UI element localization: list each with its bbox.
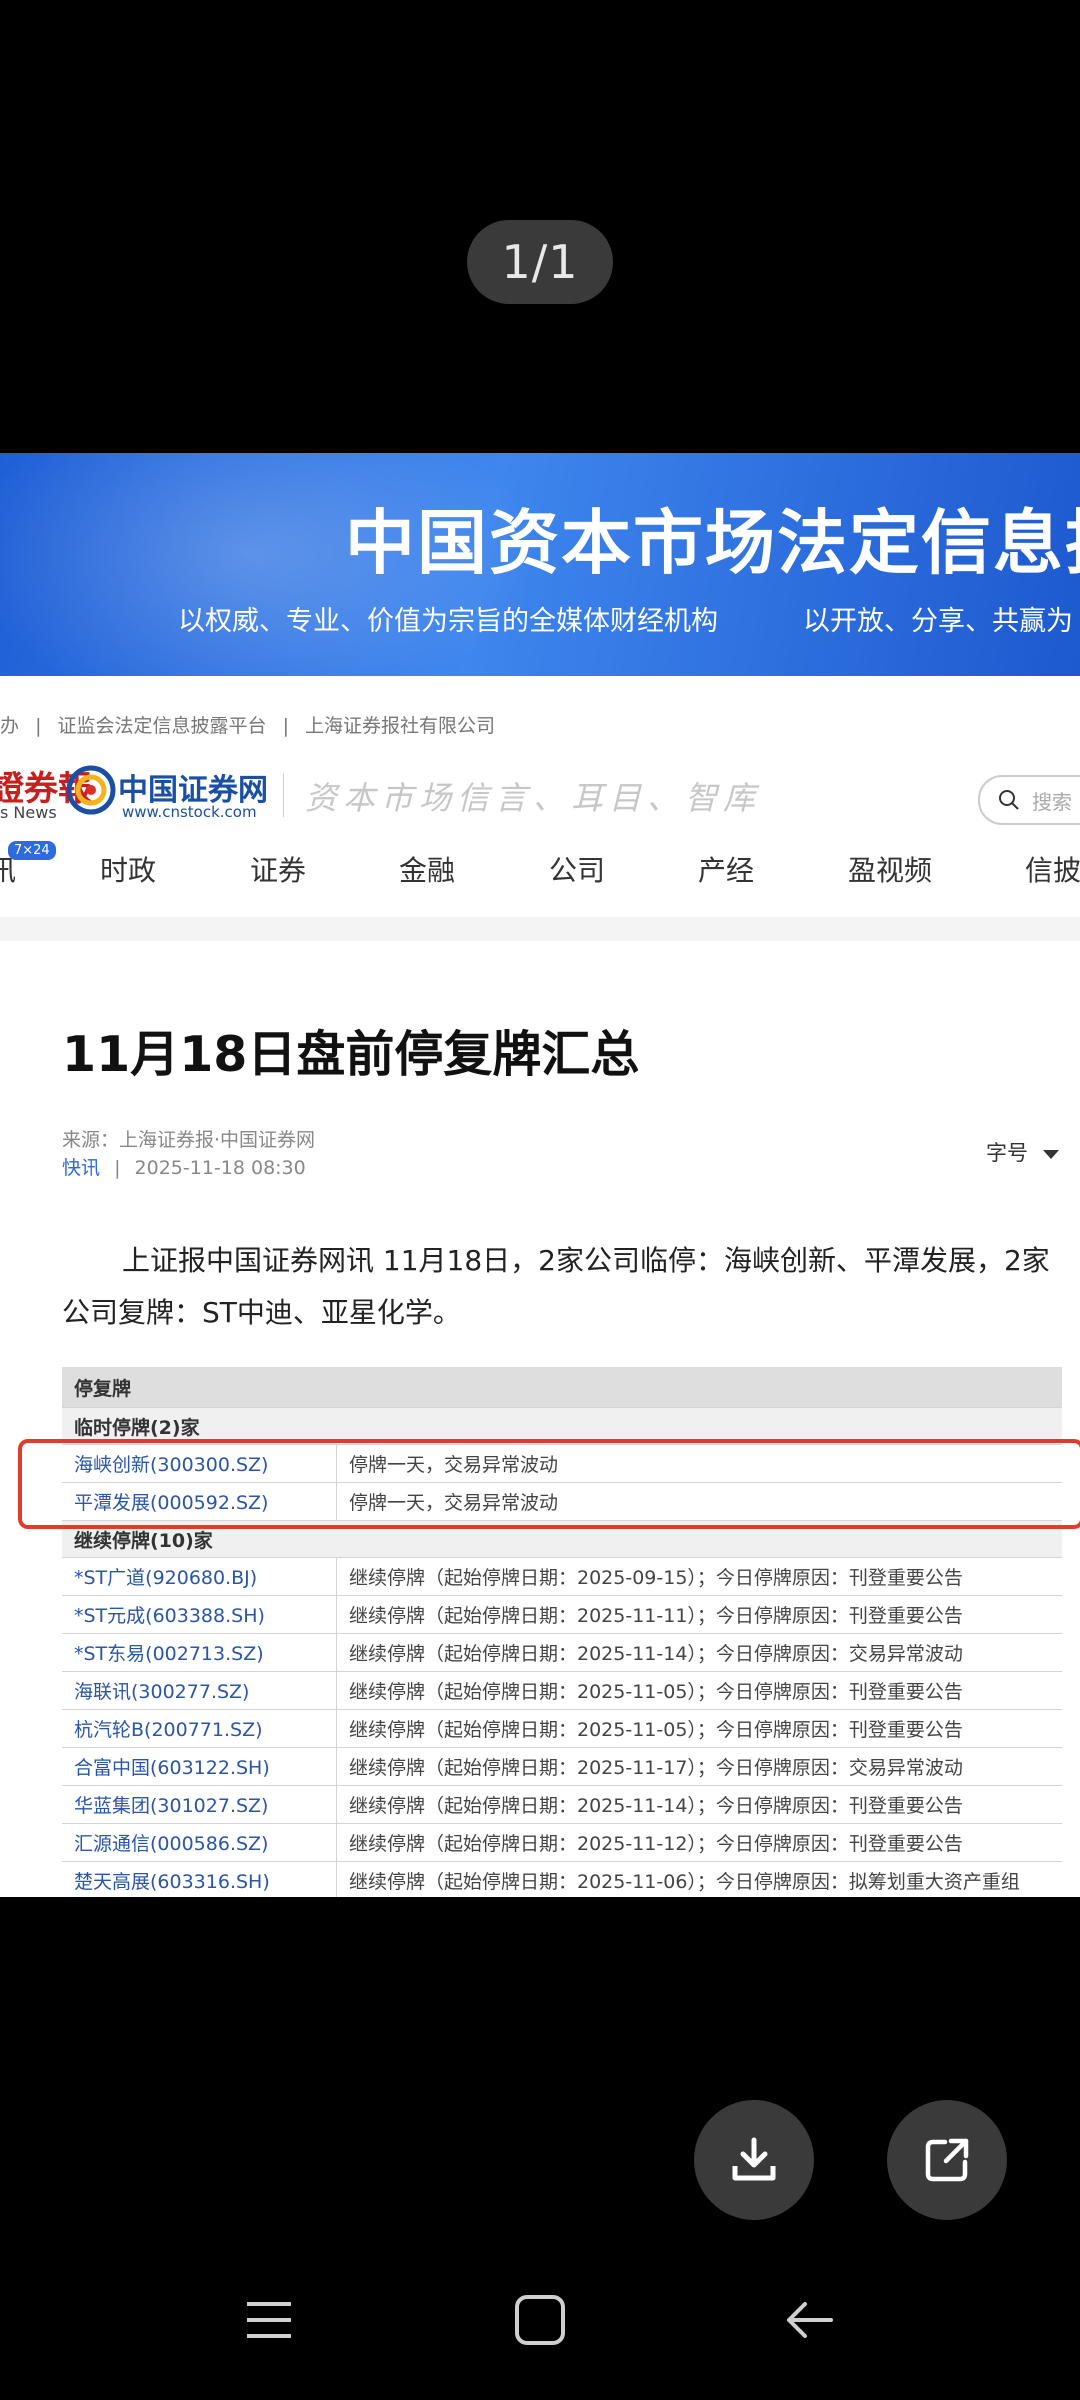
banner-subtitle-right: 以开放、分享、共赢为 [803,606,1073,637]
top-link-sep: | [282,715,289,737]
table-row: *ST元成(603388.SH) 继续停牌（起始停牌日期：2025-11-11）… [62,1595,1062,1634]
suspension-detail: 继续停牌（起始停牌日期：2025-11-06）；今日停牌原因：拟筹划重大资产重组 [336,1861,1062,1897]
banner-title: 中国资本市场法定信息披 [345,502,1080,584]
table-header: 停复牌 [62,1367,1062,1408]
article-source: 来源：上海证券报·中国证券网 [62,1129,316,1151]
top-link-company[interactable]: 上海证券报社有限公司 [305,715,495,737]
share-button[interactable] [887,2100,1007,2220]
menu-icon[interactable] [243,2294,295,2346]
table-row: 海联讯(300277.SZ) 继续停牌（起始停牌日期：2025-11-05）；今… [62,1671,1062,1710]
suspension-detail: 继续停牌（起始停牌日期：2025-11-05）；今日停牌原因：刊登重要公告 [336,1671,1062,1710]
font-size-label: 字号 [986,1141,1028,1165]
article-body: 上证报中国证券网讯 11月18日，2家公司临停：海峡创新、平潭发展，2家公司复牌… [62,1244,1050,1329]
stock-link[interactable]: *ST广道(920680.BJ) [62,1557,337,1596]
nav-item-disclosure[interactable]: 信披 [1025,849,1080,889]
nav-divider [0,917,1080,941]
download-button[interactable] [694,2100,814,2220]
table-row: *ST东易(002713.SZ) 继续停牌（起始停牌日期：2025-11-14）… [62,1633,1062,1672]
nav-item-finance[interactable]: 金融 [399,849,455,889]
table-row: *ST广道(920680.BJ) 继续停牌（起始停牌日期：2025-09-15）… [62,1557,1062,1596]
banner-subtitle-left: 以权威、专业、价值为宗旨的全媒体财经机构 [178,606,718,637]
stock-link[interactable]: 海联讯(300277.SZ) [62,1671,337,1710]
nav-item-news[interactable]: 讯 [0,849,16,889]
site-slogan: 资本市场信言、耳目、智库 [305,779,762,817]
suspension-detail: 继续停牌（起始停牌日期：2025-11-14）；今日停牌原因：交易异常波动 [336,1633,1062,1672]
stock-link[interactable]: *ST元成(603388.SH) [62,1595,337,1634]
suspension-detail: 继续停牌（起始停牌日期：2025-11-11）；今日停牌原因：刊登重要公告 [336,1595,1062,1634]
nav-item-video[interactable]: 盈视频 [848,849,932,889]
stock-link[interactable]: 汇源通信(000586.SZ) [62,1823,337,1862]
newspaper-logo-sub: s News [0,803,57,822]
suspension-detail: 继续停牌（起始停牌日期：2025-09-15）；今日停牌原因：刊登重要公告 [336,1557,1062,1596]
font-size-control[interactable]: 字号 [986,1137,1059,1167]
download-icon [732,2137,776,2181]
stock-link[interactable]: 杭汽轮B(200771.SZ) [62,1709,337,1748]
article-tag[interactable]: 快讯 [62,1157,100,1179]
caret-down-icon [1042,1150,1059,1159]
stock-link[interactable]: 楚天高展(603316.SH) [62,1861,337,1897]
article-datetime: 2025-11-18 08:30 [134,1157,306,1179]
table-row: 华蓝集团(301027.SZ) 继续停牌（起始停牌日期：2025-11-14）；… [62,1785,1062,1824]
table-row: 楚天高展(603316.SH) 继续停牌（起始停牌日期：2025-11-06）；… [62,1861,1062,1897]
table-row: 杭汽轮B(200771.SZ) 继续停牌（起始停牌日期：2025-11-05）；… [62,1709,1062,1748]
top-link-sep: | [35,715,42,737]
stock-link[interactable]: 华蓝集团(301027.SZ) [62,1785,337,1824]
nav-item-industry[interactable]: 产经 [698,849,754,889]
screenshot-image[interactable]: 中国资本市场法定信息披 以权威、专业、价值为宗旨的全媒体财经机构 以开放、分享、… [0,453,1080,1897]
table-row: 汇源通信(000586.SZ) 继续停牌（起始停牌日期：2025-11-12）；… [62,1823,1062,1862]
logo-divider [283,773,284,817]
search-icon [999,790,1019,810]
top-link-csrc[interactable]: 证监会法定信息披露平台 [58,715,267,737]
main-nav: 7×24 讯 时政 证券 金融 公司 产经 盈视频 信披 [0,835,1080,909]
share-icon [925,2138,969,2182]
table-row: 合富中国(603122.SH) 继续停牌（起始停牌日期：2025-11-17）；… [62,1747,1062,1786]
suspension-detail: 继续停牌（起始停牌日期：2025-11-12）；今日停牌原因：刊登重要公告 [336,1823,1062,1862]
search-placeholder: 搜索 [1032,789,1072,814]
top-links: 办 | 证监会法定信息披露平台 | 上海证券报社有限公司 [0,711,505,738]
highlight-box [18,1439,1080,1529]
suspension-detail: 继续停牌（起始停牌日期：2025-11-14）；今日停牌原因：刊登重要公告 [336,1785,1062,1824]
top-link-0[interactable]: 办 [0,715,19,737]
suspension-detail: 继续停牌（起始停牌日期：2025-11-17）；今日停牌原因：交易异常波动 [336,1747,1062,1786]
cnstock-logo-icon [66,765,116,815]
meta-separator: | [114,1157,121,1179]
article-meta: 快讯 | 2025-11-18 08:30 [62,1153,306,1180]
site-banner: 中国资本市场法定信息披 以权威、专业、价值为宗旨的全媒体财经机构 以开放、分享、… [0,453,1080,676]
stock-link[interactable]: *ST东易(002713.SZ) [62,1633,337,1672]
suspension-detail: 继续停牌（起始停牌日期：2025-11-05）；今日停牌原因：刊登重要公告 [336,1709,1062,1748]
stock-link[interactable]: 合富中国(603122.SH) [62,1747,337,1786]
nav-item-company[interactable]: 公司 [549,849,605,889]
article-title: 11月18日盘前停复牌汇总 [62,1026,640,1083]
back-icon[interactable] [783,2294,835,2346]
search-box[interactable]: 搜索 [978,775,1080,825]
cnstock-url: www.cnstock.com [122,803,257,821]
nav-item-politics[interactable]: 时政 [100,849,156,889]
home-icon[interactable] [514,2294,566,2346]
nav-item-securities[interactable]: 证券 [250,849,306,889]
logo-row: 證券報 s News 中国证券网 www.cnstock.com 资本市场信言、… [0,753,1080,843]
image-counter: 1/1 [467,220,613,304]
